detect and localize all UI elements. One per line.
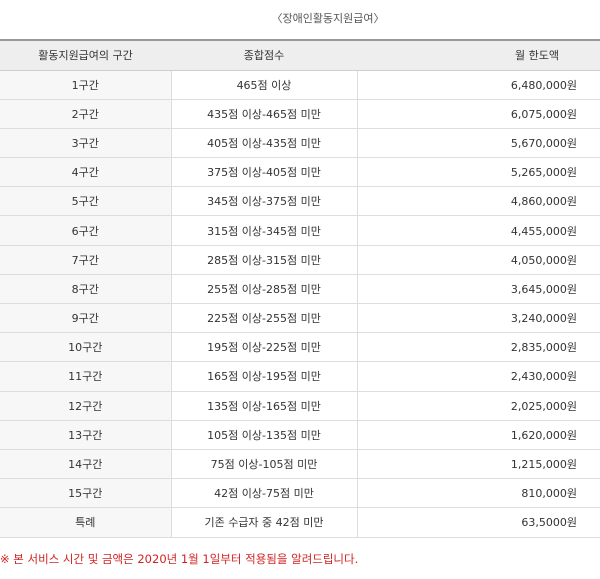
amount-cell: 4,860,000원: [356, 186, 600, 217]
table-row: 4구간 375점 이상-405점 미만 5,265,000원: [0, 157, 600, 188]
tier-cell: 특례: [0, 507, 171, 538]
score-cell: 42점 이상-75점 미만: [170, 478, 357, 509]
amount-cell: 1,620,000원: [356, 420, 600, 450]
score-cell: 195점 이상-225점 미만: [170, 332, 357, 363]
table-row: 8구간 255점 이상-285점 미만 3,645,000원: [0, 274, 600, 305]
amount-cell: 2,430,000원: [356, 361, 600, 392]
score-cell: 405점 이상-435점 미만: [170, 128, 357, 159]
score-cell: 기존 수급자 중 42점 미만: [170, 507, 357, 538]
table-row: 11구간 165점 이상-195점 미만 2,430,000원: [0, 361, 600, 392]
notice-text: ※ 본 서비스 시간 및 금액은 2020년 1월 1일부터 적용됨을 알려드립…: [0, 552, 359, 566]
table-caption: 〈장애인활동지원급여〉: [271, 12, 385, 25]
table-row: 10구간 195점 이상-225점 미만 2,835,000원: [0, 332, 600, 363]
score-cell: 105점 이상-135점 미만: [170, 420, 357, 450]
tier-cell: 1구간: [0, 70, 171, 100]
amount-cell: 5,670,000원: [356, 128, 600, 159]
table-body: 1구간 465점 이상 6,480,000원 2구간 435점 이상-465점 미만 6…: [0, 70, 600, 538]
amount-cell: 63,5000원: [356, 507, 600, 538]
score-cell: 465점 이상: [170, 70, 357, 100]
tier-cell: 13구간: [0, 420, 171, 450]
tier-cell: 4구간: [0, 157, 171, 188]
table-row: 1구간 465점 이상 6,480,000원: [0, 70, 600, 100]
table-row: 특례 기존 수급자 중 42점 미만 63,5000원: [0, 507, 600, 538]
score-cell: 285점 이상-315점 미만: [170, 245, 357, 275]
table-row: 13구간 105점 이상-135점 미만 1,620,000원: [0, 420, 600, 450]
table-row: 5구간 345점 이상-375점 미만 4,860,000원: [0, 186, 600, 217]
table-row: 9구간 225점 이상-255점 미만 3,240,000원: [0, 303, 600, 334]
amount-cell: 4,050,000원: [356, 245, 600, 275]
score-cell: 435점 이상-465점 미만: [170, 99, 357, 129]
tier-cell: 7구간: [0, 245, 171, 275]
table-row: 12구간 135점 이상-165점 미만 2,025,000원: [0, 391, 600, 421]
amount-cell: 5,265,000원: [356, 157, 600, 188]
tier-cell: 6구간: [0, 215, 171, 246]
table-row: 6구간 315점 이상-345점 미만 4,455,000원: [0, 215, 600, 246]
header-tier: 활동지원급여의 구간: [0, 39, 171, 71]
score-cell: 135점 이상-165점 미만: [170, 391, 357, 421]
table-row: 15구간 42점 이상-75점 미만 810,000원: [0, 478, 600, 509]
table-row: 7구간 285점 이상-315점 미만 4,050,000원: [0, 245, 600, 275]
amount-cell: 3,645,000원: [356, 274, 600, 305]
header-amount: 월 한도액: [357, 39, 600, 71]
amount-cell: 6,075,000원: [356, 99, 600, 129]
amount-cell: 6,480,000원: [356, 70, 600, 100]
tier-cell: 14구간: [0, 449, 171, 480]
tier-cell: 11구간: [0, 361, 171, 392]
score-cell: 345점 이상-375점 미만: [170, 186, 357, 217]
tier-cell: 3구간: [0, 128, 171, 159]
header-score: 종합점수: [171, 39, 357, 71]
tier-cell: 9구간: [0, 303, 171, 334]
amount-cell: 4,455,000원: [356, 215, 600, 246]
tier-cell: 8구간: [0, 274, 171, 305]
tier-cell: 5구간: [0, 186, 171, 217]
score-cell: 255점 이상-285점 미만: [170, 274, 357, 305]
tier-cell: 12구간: [0, 391, 171, 421]
table-row: 3구간 405점 이상-435점 미만 5,670,000원: [0, 128, 600, 159]
tier-cell: 2구간: [0, 99, 171, 129]
support-tier-table: 활동지원급여의 구간 종합점수 월 한도액 1구간 465점 이상 6,480,00…: [0, 39, 600, 538]
tier-cell: 15구간: [0, 478, 171, 509]
score-cell: 75점 이상-105점 미만: [170, 449, 357, 480]
amount-cell: 1,215,000원: [356, 449, 600, 480]
score-cell: 165점 이상-195점 미만: [170, 361, 357, 392]
score-cell: 315점 이상-345점 미만: [170, 215, 357, 246]
score-cell: 375점 이상-405점 미만: [170, 157, 357, 188]
table-header-row: 활동지원급여의 구간 종합점수 월 한도액: [0, 39, 600, 71]
table-row: 14구간 75점 이상-105점 미만 1,215,000원: [0, 449, 600, 480]
amount-cell: 810,000원: [356, 478, 600, 509]
amount-cell: 3,240,000원: [356, 303, 600, 334]
tier-cell: 10구간: [0, 332, 171, 363]
table-row: 2구간 435점 이상-465점 미만 6,075,000원: [0, 99, 600, 129]
amount-cell: 2,835,000원: [356, 332, 600, 363]
amount-cell: 2,025,000원: [356, 391, 600, 421]
score-cell: 225점 이상-255점 미만: [170, 303, 357, 334]
